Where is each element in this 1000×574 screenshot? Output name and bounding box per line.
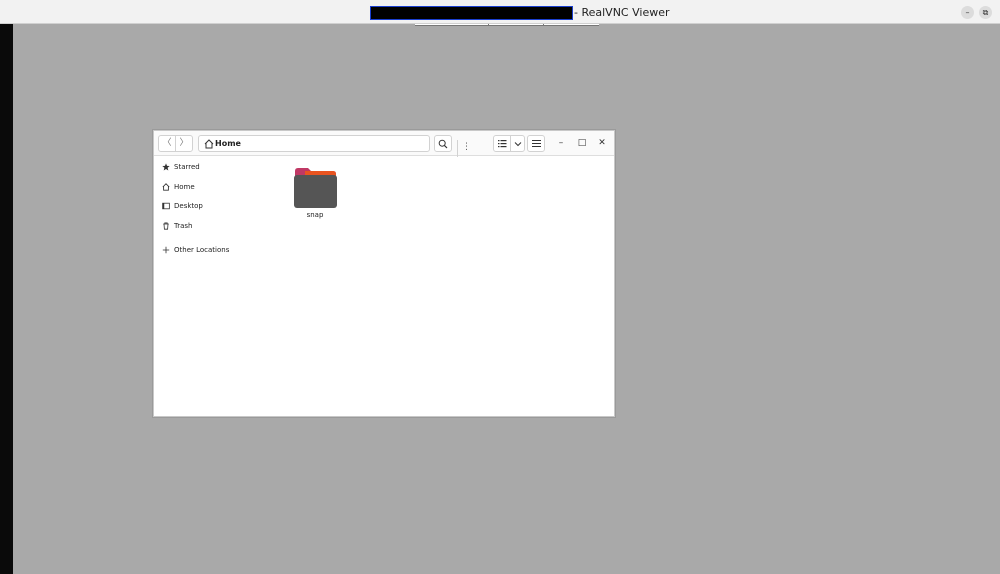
home-icon: [162, 183, 170, 191]
path-menu-button[interactable]: ⋮: [457, 140, 475, 157]
fm-maximize-button[interactable]: □: [574, 135, 590, 152]
close-icon: ✕: [598, 138, 606, 148]
sidebar-item-label: Starred: [174, 163, 200, 171]
search-button[interactable]: [434, 135, 452, 152]
main-menu-button[interactable]: [527, 135, 545, 152]
folder-label: snap: [306, 211, 324, 219]
back-button[interactable]: 〈: [158, 135, 176, 152]
redacted-title: [370, 6, 573, 20]
folder-item-snap[interactable]: snap: [293, 167, 337, 222]
forward-button[interactable]: 〉: [175, 135, 193, 152]
star-icon: [162, 163, 170, 171]
folder-icon: [294, 168, 337, 208]
desktop-icon: [162, 202, 170, 210]
minimize-icon: –: [558, 138, 564, 148]
window-title: - RealVNC Viewer: [574, 6, 670, 19]
file-view[interactable]: snap: [274, 157, 614, 415]
vnc-title-bar: - RealVNC Viewer – ⧉: [0, 0, 1000, 24]
left-edge: [0, 24, 13, 574]
list-view-button[interactable]: [493, 135, 511, 152]
fm-close-button[interactable]: ✕: [594, 135, 610, 152]
sidebar-item-label: Other Locations: [174, 246, 230, 254]
chevron-left-icon: 〈: [162, 138, 172, 148]
trash-icon: [163, 222, 169, 230]
chevron-right-icon: 〉: [179, 138, 189, 148]
path-bar[interactable]: Home ⋮: [198, 135, 471, 157]
restore-icon: ⧉: [982, 8, 989, 17]
vertical-dots-icon: ⋮: [462, 142, 471, 152]
maximize-icon: □: [577, 138, 587, 148]
top-panel-fragment: [415, 24, 599, 26]
fm-minimize-button[interactable]: –: [553, 135, 569, 152]
sidebar: Starred Home Desktop Trash Other Locatio…: [154, 157, 274, 415]
file-manager-header: 〈 〉 Home ⋮ – □ ✕: [154, 131, 614, 157]
view-options-dropdown[interactable]: [510, 135, 525, 152]
search-icon: [438, 139, 448, 149]
minimize-button[interactable]: –: [961, 6, 974, 19]
sidebar-item-label: Trash: [174, 222, 193, 230]
minimize-icon: –: [965, 8, 970, 17]
chevron-down-icon: [514, 142, 521, 147]
restore-button[interactable]: ⧉: [979, 6, 992, 19]
sidebar-item-label: Desktop: [174, 202, 203, 210]
plus-icon: [162, 246, 170, 254]
path-label: Home: [215, 139, 241, 148]
home-icon: [204, 139, 214, 149]
sidebar-item-label: Home: [174, 183, 195, 191]
hamburger-menu-icon: [531, 140, 541, 147]
list-view-icon: [497, 140, 506, 148]
file-manager-window: 〈 〉 Home ⋮ – □ ✕ Starred Home Desktop Tr…: [153, 130, 615, 417]
